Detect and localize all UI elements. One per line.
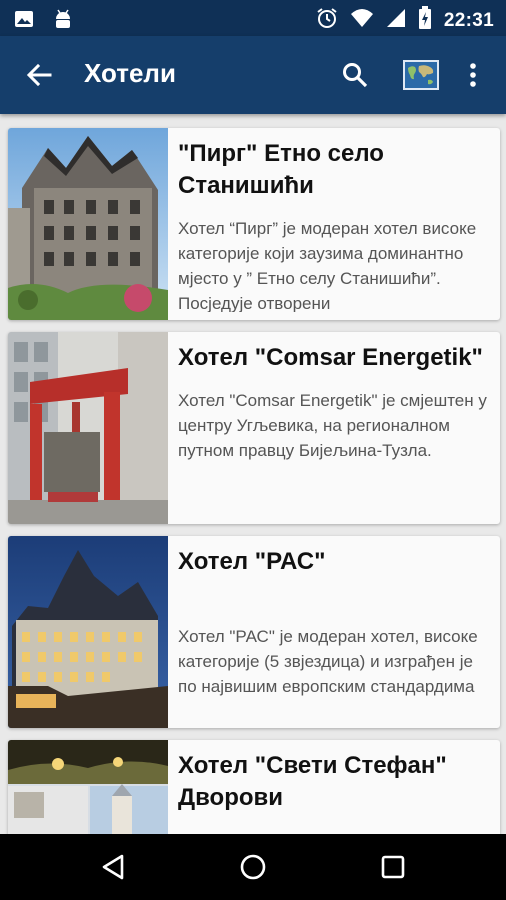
battery-charging-icon bbox=[418, 6, 432, 35]
recents-square-icon[interactable] bbox=[374, 848, 412, 886]
signal-icon bbox=[386, 7, 406, 34]
world-map-icon[interactable] bbox=[402, 56, 440, 94]
page-title: Хотели bbox=[84, 58, 176, 88]
hotel-card[interactable]: Хотел "РАС" Хотел "РАС" је модеран хотел… bbox=[8, 536, 500, 728]
home-circle-icon[interactable] bbox=[234, 848, 272, 886]
hotel-name: Хотел "Свети Стефан" Дворови bbox=[178, 752, 447, 811]
back-arrow-icon[interactable] bbox=[22, 58, 56, 92]
hotel-name: Хотел "РАС" bbox=[178, 548, 326, 575]
more-vert-icon[interactable] bbox=[462, 58, 484, 92]
hotel-photo bbox=[8, 332, 168, 524]
hotel-list: "Пирг" Етно село Станишићи Хотел “Пирг” … bbox=[8, 128, 500, 900]
alarm-icon bbox=[316, 7, 338, 34]
back-triangle-icon[interactable] bbox=[94, 848, 132, 886]
app-bar: Хотели bbox=[0, 36, 506, 114]
hotel-photo bbox=[8, 536, 168, 728]
hotel-description: Хотел “Пирг” је модеран хотел високе кат… bbox=[178, 219, 477, 312]
hotel-card[interactable]: "Пирг" Етно село Станишићи Хотел “Пирг” … bbox=[8, 128, 500, 320]
status-bar: 22:31 bbox=[0, 0, 506, 36]
hotel-description: Хотел "РАС" је модеран хотел, високе кат… bbox=[178, 627, 478, 696]
system-nav-bar bbox=[0, 834, 506, 900]
wifi-icon bbox=[350, 7, 374, 34]
hotel-name: Хотел "Comsar Energetik" bbox=[178, 344, 483, 371]
search-icon[interactable] bbox=[338, 58, 372, 92]
hotel-card[interactable]: Хотел "Comsar Energetik" Хотел "Comsar E… bbox=[8, 332, 500, 524]
hotel-name: "Пирг" Етно село Станишићи bbox=[178, 140, 384, 199]
android-icon bbox=[52, 8, 74, 35]
image-icon bbox=[14, 9, 34, 34]
status-time: 22:31 bbox=[443, 9, 494, 31]
hotel-description: Хотел "Comsar Energetik" је смјештен у ц… bbox=[178, 391, 487, 460]
hotel-photo bbox=[8, 128, 168, 320]
